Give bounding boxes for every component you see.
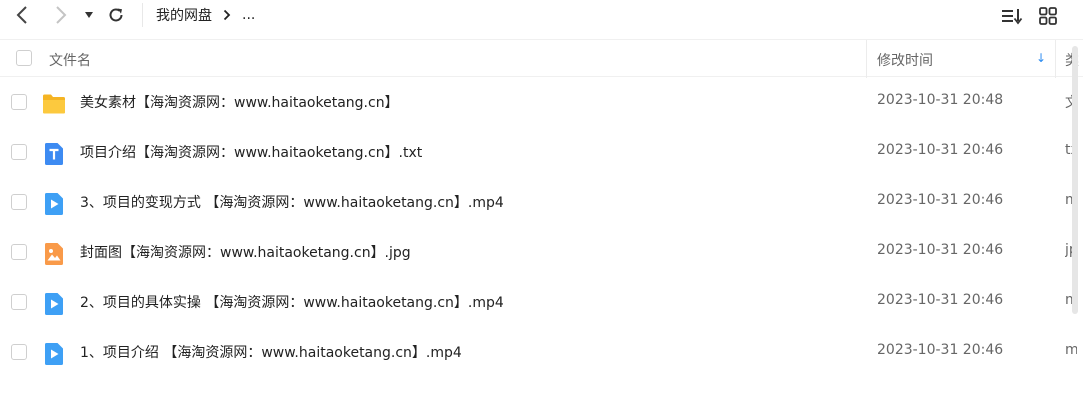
row-checkbox[interactable]	[11, 144, 27, 160]
chevron-left-icon	[16, 6, 27, 24]
sort-button[interactable]	[1001, 6, 1023, 26]
file-modified-time: 2023-10-31 20:46	[877, 242, 1004, 258]
file-row[interactable]: 美女素材【海淘资源网：www.haitaoketang.cn】 2023-10-…	[0, 78, 1083, 128]
column-header-modified[interactable]: 修改时间	[877, 50, 933, 70]
grid-view-button[interactable]	[1038, 6, 1058, 26]
video-file-icon	[45, 193, 63, 215]
row-checkbox[interactable]	[11, 194, 27, 210]
sort-list-icon	[1002, 9, 1023, 25]
file-modified-time: 2023-10-31 20:46	[877, 142, 1004, 158]
chevron-right-icon	[223, 9, 231, 21]
forward-button[interactable]	[51, 4, 71, 26]
row-checkbox[interactable]	[11, 344, 27, 360]
row-checkbox[interactable]	[11, 94, 27, 110]
file-modified-time: 2023-10-31 20:46	[877, 192, 1004, 208]
file-modified-time: 2023-10-31 20:48	[877, 92, 1004, 108]
breadcrumb-ellipsis[interactable]: ...	[242, 7, 255, 23]
file-modified-time: 2023-10-31 20:46	[877, 292, 1004, 308]
grid-view-icon	[1039, 7, 1057, 25]
file-name[interactable]: 1、项目介绍 【海淘资源网：www.haitaoketang.cn】.mp4	[80, 342, 462, 362]
row-checkbox[interactable]	[11, 294, 27, 310]
file-name[interactable]: 2、项目的具体实操 【海淘资源网：www.haitaoketang.cn】.mp…	[80, 292, 504, 312]
column-header-name[interactable]: 文件名	[49, 50, 91, 70]
history-dropdown-button[interactable]	[81, 4, 97, 26]
breadcrumb-root[interactable]: 我的网盘	[156, 5, 212, 25]
chevron-right-icon	[56, 6, 67, 24]
video-file-icon	[45, 293, 63, 315]
column-resize-handle[interactable]	[866, 40, 867, 78]
row-checkbox[interactable]	[11, 244, 27, 260]
file-row[interactable]: 封面图【海淘资源网：www.haitaoketang.cn】.jpg 2023-…	[0, 228, 1083, 278]
file-name[interactable]: 项目介绍【海淘资源网：www.haitaoketang.cn】.txt	[80, 142, 422, 162]
file-row[interactable]: 项目介绍【海淘资源网：www.haitaoketang.cn】.txt 2023…	[0, 128, 1083, 178]
file-row[interactable]: 1、项目介绍 【海淘资源网：www.haitaoketang.cn】.mp4 2…	[0, 328, 1083, 378]
scrollbar-thumb[interactable]	[1072, 46, 1078, 314]
file-name[interactable]: 封面图【海淘资源网：www.haitaoketang.cn】.jpg	[80, 242, 411, 262]
file-name[interactable]: 美女素材【海淘资源网：www.haitaoketang.cn】	[80, 92, 399, 112]
sort-direction-icon[interactable]: ↓	[1036, 51, 1046, 65]
image-file-icon	[45, 243, 63, 265]
file-list-header: 文件名 修改时间 ↓ 类	[0, 39, 1083, 78]
txt-file-icon	[45, 143, 63, 165]
caret-down-icon	[85, 12, 93, 18]
file-row[interactable]: 2、项目的具体实操 【海淘资源网：www.haitaoketang.cn】.mp…	[0, 278, 1083, 328]
folder-icon	[43, 94, 65, 114]
vertical-scrollbar[interactable]	[1071, 40, 1079, 314]
column-resize-handle[interactable]	[1055, 40, 1056, 78]
video-file-icon	[45, 343, 63, 365]
refresh-button[interactable]	[106, 4, 126, 26]
file-row[interactable]: 3、项目的变现方式 【海淘资源网：www.haitaoketang.cn】.mp…	[0, 178, 1083, 228]
file-modified-time: 2023-10-31 20:46	[877, 342, 1004, 358]
back-button[interactable]	[12, 4, 32, 26]
refresh-icon	[109, 8, 123, 22]
toolbar-divider	[142, 3, 143, 27]
file-type: m	[1065, 342, 1077, 358]
select-all-checkbox[interactable]	[16, 50, 32, 66]
toolbar: 我的网盘 ...	[0, 0, 1083, 32]
file-name[interactable]: 3、项目的变现方式 【海淘资源网：www.haitaoketang.cn】.mp…	[80, 192, 504, 212]
breadcrumb: 我的网盘 ...	[156, 5, 255, 25]
